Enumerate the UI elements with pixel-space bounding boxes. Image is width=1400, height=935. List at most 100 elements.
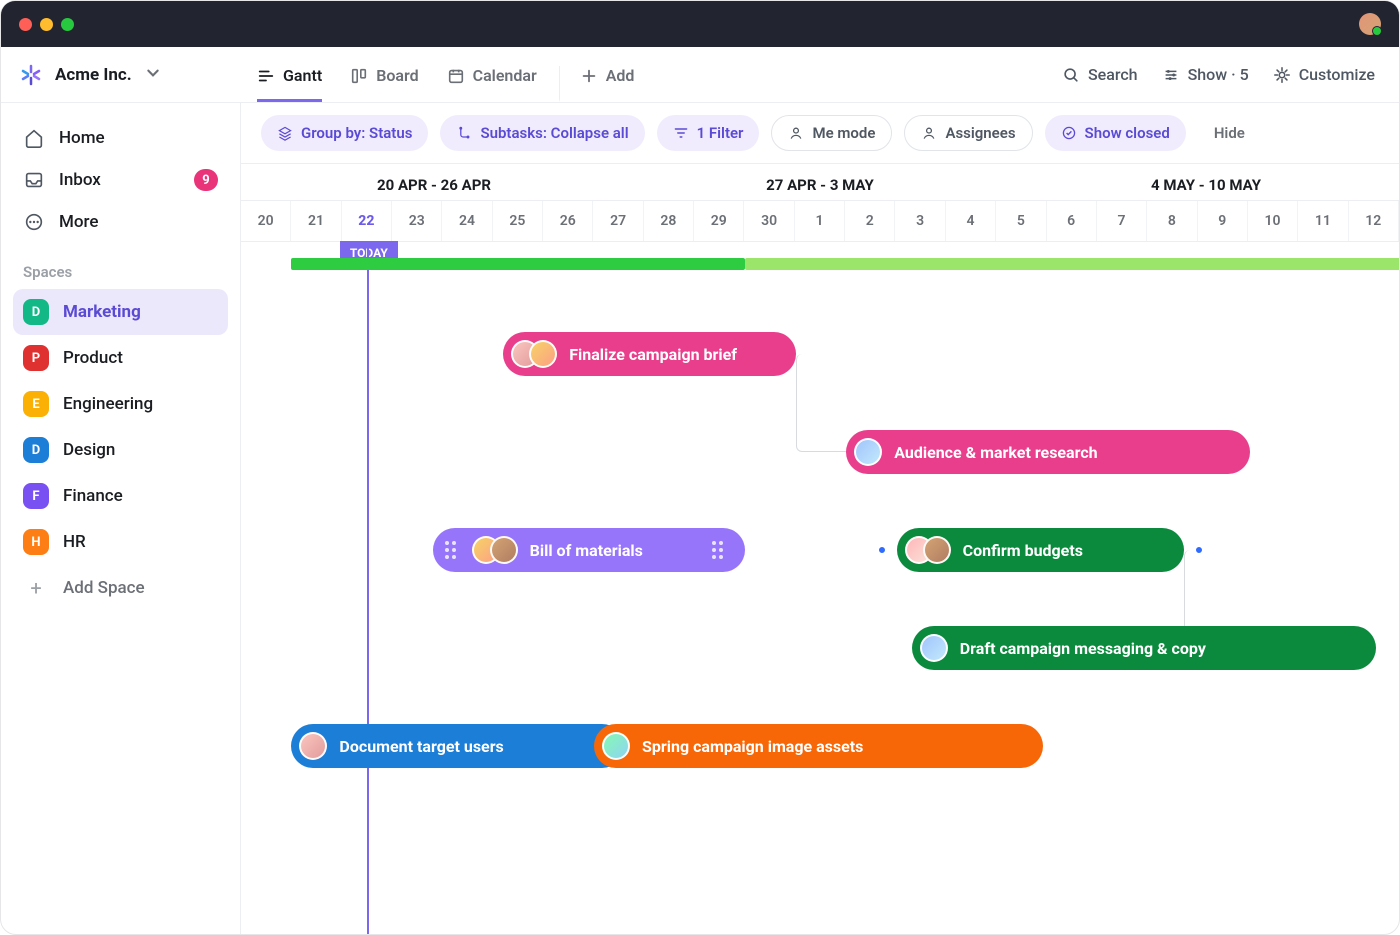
task-t6[interactable]: Document target users	[291, 724, 624, 768]
show-label: Show · 5	[1188, 65, 1249, 84]
sidebar-item-home[interactable]: Home	[13, 117, 228, 159]
task-t4[interactable]: Confirm budgets	[897, 528, 1184, 572]
avatar	[854, 438, 882, 466]
task-t2[interactable]: Audience & market research	[846, 430, 1249, 474]
tab-calendar-label: Calendar	[473, 66, 537, 85]
person-icon	[921, 125, 937, 141]
customize-button[interactable]: Customize	[1273, 65, 1375, 84]
day-cell: 2	[845, 201, 895, 241]
add-space-button[interactable]: + Add Space	[13, 565, 228, 611]
task-t1[interactable]: Finalize campaign brief	[503, 332, 796, 376]
tab-add-view[interactable]: Add	[559, 66, 635, 102]
layers-icon	[277, 125, 293, 141]
drag-handle-icon[interactable]	[712, 541, 723, 559]
task-label: Audience & market research	[894, 443, 1097, 462]
search-button[interactable]: Search	[1062, 65, 1138, 84]
milestone-dot[interactable]	[877, 545, 887, 555]
sidebar-space-hr[interactable]: HHR	[13, 519, 228, 565]
sidebar-inbox-label: Inbox	[59, 170, 101, 190]
sidebar-space-engineering[interactable]: EEngineering	[13, 381, 228, 427]
task-t5[interactable]: Draft campaign messaging & copy	[912, 626, 1376, 670]
day-cell: 21	[291, 201, 341, 241]
day-cell: 3	[895, 201, 945, 241]
space-chip-icon: F	[23, 483, 49, 509]
current-user-avatar[interactable]	[1359, 13, 1381, 35]
filter-chip[interactable]: 1 Filter	[657, 115, 760, 151]
space-label: Design	[63, 440, 115, 460]
task-avatars	[920, 634, 948, 662]
task-label: Finalize campaign brief	[569, 345, 737, 364]
search-icon	[1062, 66, 1080, 84]
day-cell: 7	[1097, 201, 1147, 241]
tab-gantt[interactable]: Gantt	[257, 66, 322, 102]
maximize-window-button[interactable]	[61, 18, 74, 31]
space-label: Engineering	[63, 394, 153, 414]
task-t7[interactable]: Spring campaign image assets	[594, 724, 1043, 768]
app-logo-icon	[19, 63, 43, 87]
customize-label: Customize	[1299, 65, 1375, 84]
tab-board-label: Board	[376, 66, 418, 85]
task-t3[interactable]: Bill of materials	[433, 528, 746, 572]
me-mode-label: Me mode	[812, 124, 875, 142]
gear-icon	[1273, 66, 1291, 84]
subtasks-label: Subtasks: Collapse all	[480, 124, 628, 142]
task-label: Document target users	[339, 737, 503, 756]
task-label: Confirm budgets	[963, 541, 1083, 560]
avatar	[923, 536, 951, 564]
traffic-lights	[19, 18, 74, 31]
day-cell: 10	[1248, 201, 1298, 241]
minimize-window-button[interactable]	[40, 18, 53, 31]
day-cell: 1	[795, 201, 845, 241]
sidebar-space-finance[interactable]: FFinance	[13, 473, 228, 519]
dependency-line	[796, 354, 852, 452]
sidebar-space-marketing[interactable]: DMarketing	[13, 289, 228, 335]
main-area: Home Inbox 9 More Spaces DMarketingPProd…	[1, 103, 1399, 934]
sidebar-item-more[interactable]: More	[13, 201, 228, 243]
sidebar-space-product[interactable]: PProduct	[13, 335, 228, 381]
sidebar-item-inbox[interactable]: Inbox 9	[13, 159, 228, 201]
day-cell: 25	[493, 201, 543, 241]
day-cell: 26	[543, 201, 593, 241]
sidebar-home-label: Home	[59, 128, 105, 148]
sidebar-space-design[interactable]: DDesign	[13, 427, 228, 473]
avatar	[490, 536, 518, 564]
gantt-canvas[interactable]: Finalize campaign brief Audience & market…	[241, 242, 1399, 934]
filter-label: 1 Filter	[697, 124, 744, 142]
sidebar: Home Inbox 9 More Spaces DMarketingPProd…	[1, 103, 241, 934]
milestone-dot[interactable]	[1194, 545, 1204, 555]
close-window-button[interactable]	[19, 18, 32, 31]
show-closed-chip[interactable]: Show closed	[1045, 115, 1186, 151]
assignees-chip[interactable]: Assignees	[904, 115, 1032, 151]
day-cell: 22	[342, 201, 392, 241]
task-avatars	[905, 536, 951, 564]
home-icon	[23, 127, 45, 149]
hide-button[interactable]: Hide	[1214, 124, 1245, 142]
subtasks-chip[interactable]: Subtasks: Collapse all	[440, 115, 644, 151]
day-cell: 24	[442, 201, 492, 241]
show-button[interactable]: Show · 5	[1162, 65, 1249, 84]
show-closed-label: Show closed	[1085, 124, 1170, 142]
me-mode-chip[interactable]: Me mode	[771, 115, 892, 151]
tab-calendar[interactable]: Calendar	[447, 66, 537, 102]
space-chip-icon: H	[23, 529, 49, 555]
timeline-progress-pending	[745, 258, 1399, 270]
day-cell: 12	[1349, 201, 1399, 241]
workspace-name: Acme Inc.	[55, 65, 132, 85]
spaces-section-label: Spaces	[13, 243, 228, 289]
window-titlebar	[1, 1, 1399, 47]
subtasks-icon	[456, 125, 472, 141]
day-cell: 11	[1298, 201, 1348, 241]
group-by-chip[interactable]: Group by: Status	[261, 115, 428, 151]
plus-icon: +	[23, 575, 49, 601]
task-avatars	[854, 438, 882, 466]
day-cell: 28	[644, 201, 694, 241]
inbox-badge: 9	[194, 169, 218, 191]
content-area: Group by: Status Subtasks: Collapse all …	[241, 103, 1399, 934]
workspace-switcher[interactable]: Acme Inc.	[1, 47, 241, 102]
drag-handle-icon[interactable]	[445, 541, 456, 559]
week-label: 27 APR - 3 MAY	[627, 176, 1013, 194]
tab-board[interactable]: Board	[350, 66, 418, 102]
task-avatars	[602, 732, 630, 760]
today-line	[367, 242, 369, 934]
day-cell: 6	[1047, 201, 1097, 241]
